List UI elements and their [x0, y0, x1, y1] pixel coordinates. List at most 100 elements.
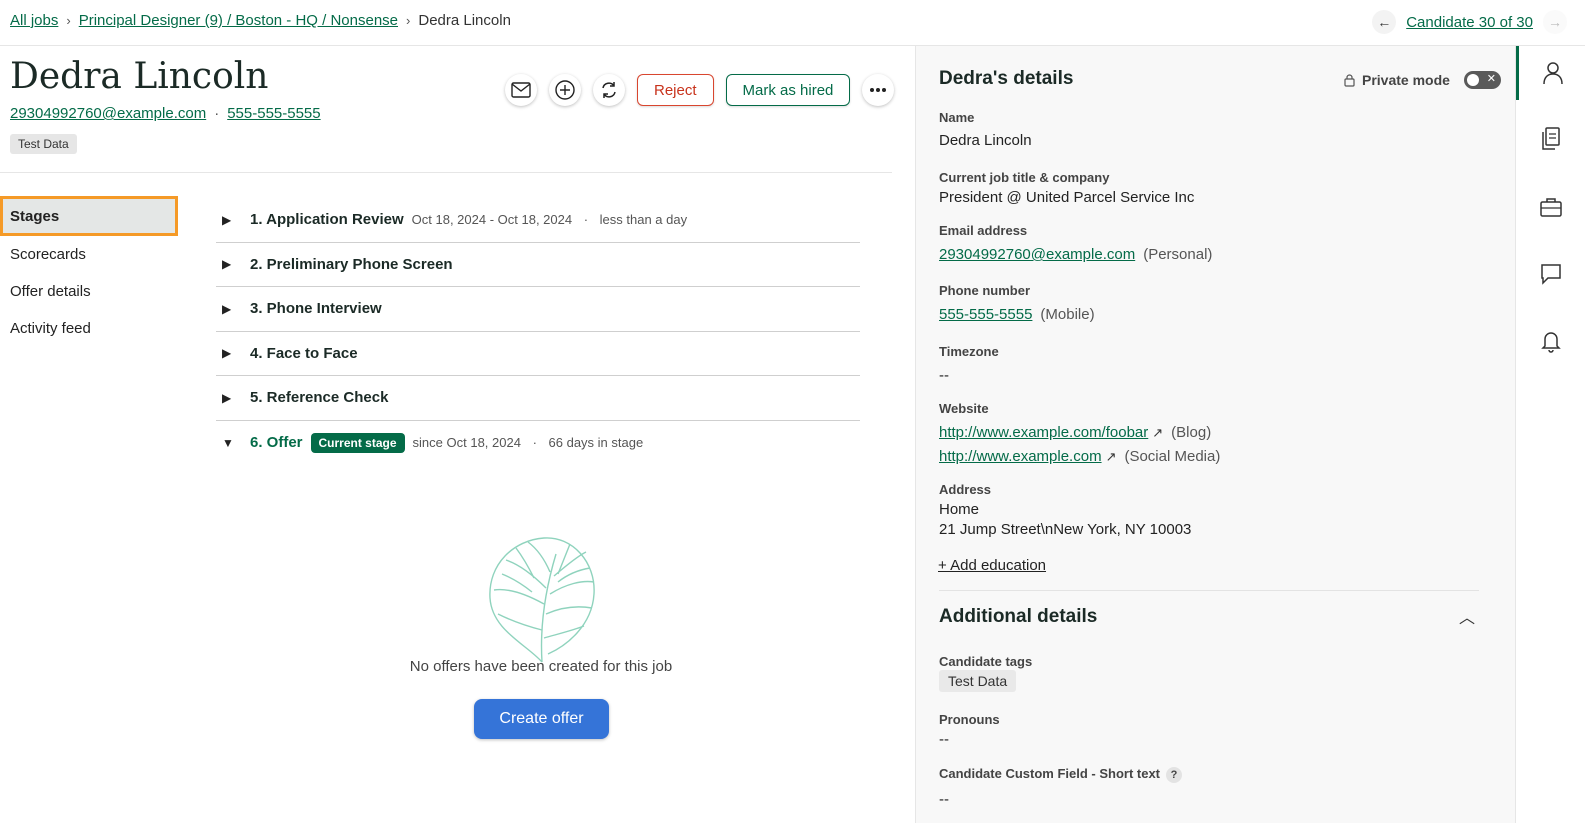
current-stage-badge: Current stage [310, 432, 405, 453]
stage-title: 4. Face to Face [250, 344, 358, 362]
website-row: http://www.example.com ↗ (Social Media) [939, 448, 1220, 465]
chevron-right-icon: › [66, 13, 71, 28]
website-link[interactable]: http://www.example.com/foobar [939, 424, 1148, 441]
email-link[interactable]: 29304992760@example.com [939, 246, 1135, 263]
bell-icon [1541, 332, 1561, 353]
candidate-tag-chip: Test Data [939, 670, 1017, 692]
top-bar: All jobs › Principal Designer (9) / Bost… [0, 0, 1585, 46]
close-icon: ✕ [1486, 73, 1496, 85]
phone-type: (Mobile) [1040, 306, 1095, 323]
phone-label: Phone number [939, 283, 1031, 298]
envelope-icon [511, 82, 531, 98]
address-value: 21 Jump Street\nNew York, NY 10003 [939, 521, 1192, 538]
website-label: Website [939, 401, 989, 416]
section-nav-stages[interactable]: Stages [0, 196, 178, 236]
add-education-link[interactable]: + Add education [938, 557, 1046, 574]
candidate-email-link[interactable]: 29304992760@example.com [10, 105, 206, 122]
mark-as-hired-button[interactable]: Mark as hired [725, 74, 851, 106]
candidate-tags-row: Test Data [939, 670, 1017, 692]
website-row: http://www.example.com/foobar ↗ (Blog) [939, 424, 1211, 441]
rail-documents-button[interactable] [1516, 112, 1585, 166]
phone-link[interactable]: 555-555-5555 [939, 306, 1032, 323]
rail-details-button[interactable] [1516, 46, 1585, 100]
private-mode-toggle-group: Private mode ✕ [1343, 71, 1501, 89]
separator-dot: · [214, 105, 220, 122]
candidate-tags-label: Candidate tags [939, 654, 1033, 669]
timezone-label: Timezone [939, 344, 999, 359]
plus-circle-icon [555, 80, 575, 100]
caret-right-icon: ▶ [222, 257, 232, 272]
stage-duration: less than a day [599, 212, 688, 228]
previous-candidate-arrow-icon[interactable]: ← [1372, 10, 1397, 34]
additional-details-title: Additional details [939, 606, 1098, 627]
briefcase-icon [1540, 198, 1562, 217]
stage-title: 3. Phone Interview [250, 300, 382, 318]
add-button[interactable] [549, 74, 581, 106]
help-icon[interactable]: ? [1166, 767, 1183, 783]
caret-right-icon: ▶ [222, 212, 232, 227]
candidate-tag: Test Data [10, 134, 77, 154]
website-type: (Social Media) [1124, 448, 1221, 465]
rail-notifications-button[interactable] [1516, 314, 1585, 368]
reject-button[interactable]: Reject [637, 74, 714, 106]
rail-jobs-button[interactable] [1516, 180, 1585, 234]
custom-field-label: Candidate Custom Field - Short text [939, 766, 1161, 781]
offer-empty-text: No offers have been created for this job [409, 658, 673, 675]
chevron-up-icon[interactable]: ︿ [1459, 604, 1475, 628]
candidate-name: Dedra Lincoln [10, 56, 269, 97]
stage-row-current[interactable]: ▼ 6. Offer Current stage since Oct 18, 2… [216, 421, 860, 466]
details-title: Dedra's details [939, 68, 1074, 89]
monstera-leaf-illustration [486, 534, 598, 669]
pronouns-label: Pronouns [939, 712, 1000, 727]
section-nav-scorecards[interactable]: Scorecards [0, 236, 178, 273]
stage-title: 2. Preliminary Phone Screen [250, 255, 453, 273]
caret-right-icon: ▶ [222, 346, 232, 361]
caret-down-icon: ▼ [222, 435, 234, 450]
breadcrumb-job[interactable]: Principal Designer (9) / Boston - HQ / N… [79, 12, 398, 29]
external-link-icon: ↗ [1152, 425, 1164, 440]
job-label: Current job title & company [939, 170, 1110, 185]
stage-row[interactable]: ▶ 3. Phone Interview [216, 287, 860, 332]
ellipsis-icon [870, 88, 887, 92]
section-nav-offer-details[interactable]: Offer details [0, 273, 178, 310]
stage-title: 1. Application Review [250, 211, 404, 229]
website-link[interactable]: http://www.example.com [939, 448, 1102, 465]
rail-comments-button[interactable] [1516, 247, 1585, 301]
section-nav: Stages Scorecards Offer details Activity… [0, 196, 178, 347]
email-type: (Personal) [1143, 246, 1213, 263]
stage-title: 6. Offer [250, 434, 303, 452]
stage-dates: since Oct 18, 2024 [412, 435, 521, 451]
private-mode-toggle[interactable]: ✕ [1463, 71, 1501, 89]
stage-row[interactable]: ▶ 2. Preliminary Phone Screen [216, 243, 860, 287]
email-button[interactable] [505, 74, 537, 106]
transfer-button[interactable] [593, 74, 625, 106]
next-candidate-arrow-icon[interactable]: → [1543, 10, 1567, 34]
more-options-button[interactable] [862, 74, 895, 106]
candidate-counter-link[interactable]: Candidate 30 of 30 [1406, 14, 1533, 31]
documents-icon [1542, 127, 1560, 150]
speech-bubble-icon [1541, 264, 1561, 285]
breadcrumb-all-jobs[interactable]: All jobs [10, 12, 58, 29]
lock-icon [1344, 73, 1355, 87]
refresh-icon [602, 82, 616, 98]
stage-row[interactable]: ▶ 4. Face to Face [216, 332, 860, 376]
stage-row[interactable]: ▶ 1. Application Review Oct 18, 2024 - O… [216, 198, 860, 243]
external-link-icon: ↗ [1105, 449, 1117, 464]
candidate-contact: 29304992760@example.com · 555-555-5555 [10, 105, 321, 122]
pronouns-value: -- [939, 731, 949, 748]
create-offer-button[interactable]: Create offer [474, 699, 609, 739]
section-nav-activity-feed[interactable]: Activity feed [0, 310, 178, 347]
candidate-phone-link[interactable]: 555-555-5555 [227, 105, 320, 122]
person-icon [1542, 62, 1563, 85]
stage-row[interactable]: ▶ 5. Reference Check [216, 376, 860, 421]
custom-field-label-row: Candidate Custom Field - Short text? [939, 766, 1183, 783]
timezone-value: -- [939, 367, 949, 384]
candidate-navigation: ← Candidate 30 of 30 → [1372, 10, 1567, 34]
email-row: 29304992760@example.com (Personal) [939, 246, 1212, 263]
stage-title: 5. Reference Check [250, 389, 389, 407]
chevron-right-icon: › [406, 13, 411, 28]
phone-row: 555-555-5555 (Mobile) [939, 306, 1095, 323]
address-type: Home [939, 501, 980, 518]
header-divider [0, 172, 892, 173]
stage-duration: 66 days in stage [548, 435, 644, 451]
